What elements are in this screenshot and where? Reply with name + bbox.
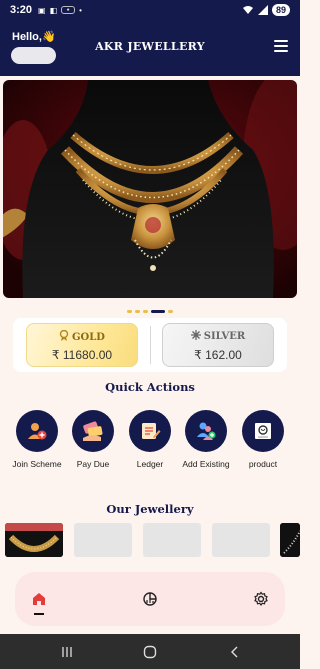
home-button-icon[interactable]: [143, 645, 157, 659]
carousel-dot-active[interactable]: [151, 310, 165, 313]
product-label: product: [248, 459, 278, 469]
jewellery-thumbnail: [5, 523, 63, 557]
ledger-button[interactable]: Ledger: [122, 410, 178, 470]
jewellery-item[interactable]: [143, 523, 201, 557]
username-pill: [11, 47, 56, 64]
jewellery-thumbnail: [280, 523, 300, 557]
gold-rate-header: GOLD: [27, 329, 137, 343]
message-icon: ◧: [49, 5, 58, 15]
signal-icon: [257, 5, 268, 15]
hamburger-menu-icon[interactable]: [274, 40, 288, 52]
home-active-indicator: [34, 613, 44, 615]
jewellery-item[interactable]: [5, 523, 63, 557]
settings-icon[interactable]: [251, 589, 271, 609]
recent-apps-icon[interactable]: [60, 645, 74, 659]
gold-necklace-photo: [3, 80, 297, 298]
carousel-dot[interactable]: [135, 310, 140, 313]
medal-icon: [59, 329, 69, 341]
carousel-dots: [0, 310, 300, 313]
add-existing-icon: [185, 410, 227, 452]
carousel-dot[interactable]: [127, 310, 132, 313]
jewellery-list: [0, 523, 300, 557]
banner-carousel[interactable]: [3, 80, 297, 298]
app-title: AKR JEWELLERY: [95, 40, 205, 53]
app-header: Hello,👋 AKR JEWELLERY: [0, 20, 300, 76]
carousel-dot[interactable]: [168, 310, 173, 313]
jewellery-item[interactable]: [212, 523, 270, 557]
metal-rates-card: GOLD ₹ 11680.00 SILVER ₹ 162.00: [13, 318, 287, 372]
bottom-nav: [15, 572, 285, 626]
product-icon: [242, 410, 284, 452]
gold-rate[interactable]: GOLD ₹ 11680.00: [26, 323, 138, 367]
rates-divider: [150, 326, 151, 364]
join-scheme-button[interactable]: Join Scheme: [9, 410, 65, 470]
join-scheme-label: Join Scheme: [12, 459, 62, 469]
notification-icon: ▣: [38, 5, 46, 15]
ledger-label: Ledger: [136, 459, 164, 469]
join-scheme-icon: [16, 410, 58, 452]
pay-due-icon: [72, 410, 114, 452]
wifi-icon: [242, 6, 253, 14]
add-existing-label: Add Existing: [182, 459, 230, 469]
gold-value: ₹ 11680.00: [51, 348, 113, 362]
app-notification-icon: ●: [61, 6, 76, 14]
gold-label: GOLD: [72, 332, 105, 343]
system-nav-bar: [0, 634, 300, 669]
status-time: 3:20: [10, 4, 33, 16]
back-icon[interactable]: [228, 645, 242, 659]
jewellery-item[interactable]: [74, 523, 132, 557]
jewellery-item[interactable]: [280, 523, 300, 557]
add-existing-button[interactable]: Add Existing: [178, 410, 234, 470]
silver-rate[interactable]: SILVER ₹ 162.00: [162, 323, 274, 367]
product-button[interactable]: product: [235, 410, 291, 470]
quick-actions-title: Quick Actions: [105, 380, 195, 394]
silver-label: SILVER: [203, 331, 246, 342]
our-jewellery-title: Our Jewellery: [106, 502, 194, 516]
silver-rate-header: SILVER: [163, 330, 273, 342]
snowflake-icon: [190, 330, 201, 340]
dot-icon: •: [79, 5, 82, 15]
chart-icon[interactable]: [140, 589, 160, 609]
pay-due-label: Pay Due: [76, 459, 110, 469]
ledger-icon: [129, 410, 171, 452]
carousel-dot[interactable]: [143, 310, 148, 313]
home-icon[interactable]: [29, 589, 49, 609]
pay-due-button[interactable]: Pay Due: [65, 410, 121, 470]
status-bar: 3:20 ▣ ◧ ● • 89: [0, 0, 300, 20]
silver-value: ₹ 162.00: [194, 348, 242, 362]
greeting-text: Hello,👋: [12, 31, 56, 43]
battery-icon: 89: [271, 4, 290, 16]
